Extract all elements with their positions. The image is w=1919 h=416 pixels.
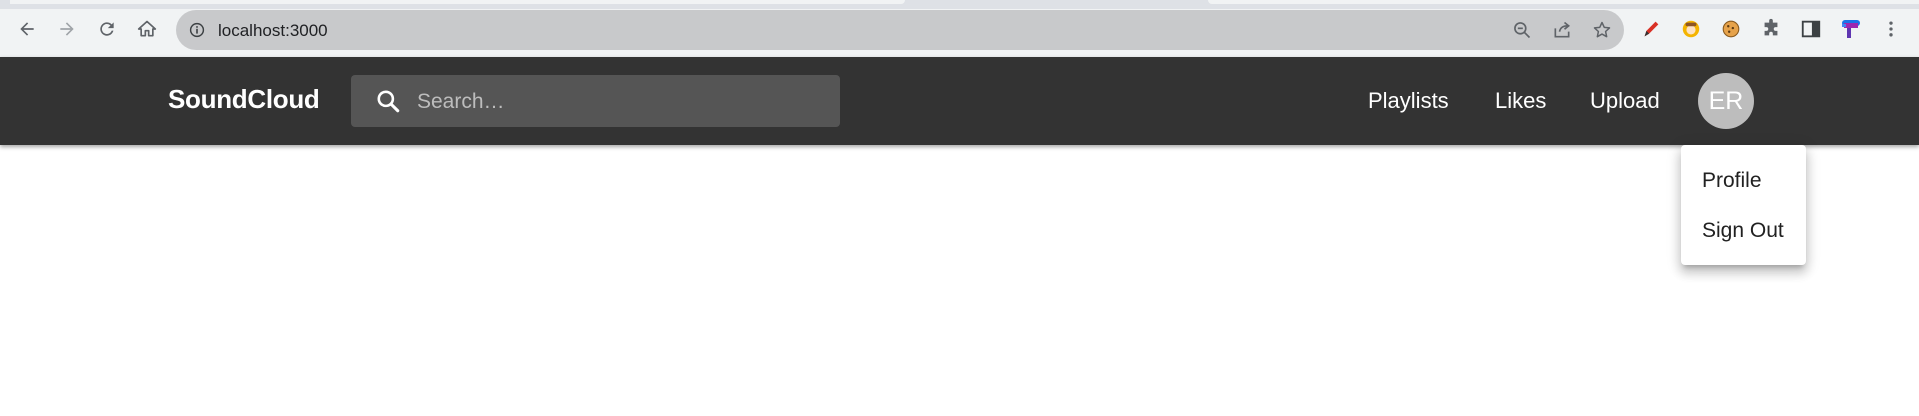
brand-logo[interactable]: SoundCloud (168, 84, 320, 115)
search-input[interactable] (415, 86, 819, 118)
puzzle-extensions-icon[interactable] (1759, 17, 1783, 41)
profile-extension-icon[interactable] (1839, 17, 1863, 41)
tab-left[interactable] (10, 0, 905, 4)
site-info-icon[interactable] (188, 21, 206, 39)
app-header: SoundCloud Playlists Likes Upload ER (0, 57, 1919, 145)
share-icon[interactable] (1552, 20, 1572, 40)
tab-strip (0, 0, 1919, 9)
address-bar[interactable]: localhost:3000 (176, 10, 1624, 50)
search-box[interactable] (351, 75, 840, 127)
reload-button[interactable] (94, 16, 120, 42)
back-button[interactable] (14, 16, 40, 42)
cookie-extension-icon[interactable] (1719, 17, 1743, 41)
nav-likes[interactable]: Likes (1495, 88, 1546, 114)
pen-extension-icon[interactable] (1639, 17, 1663, 41)
search-icon (377, 90, 400, 113)
menu-item-sign-out[interactable]: Sign Out (1702, 219, 1784, 243)
tab-right[interactable] (1208, 0, 1919, 4)
side-panel-icon[interactable] (1799, 17, 1823, 41)
nav-upload[interactable]: Upload (1590, 88, 1660, 114)
avatar-extension-icon[interactable] (1679, 17, 1703, 41)
url-text[interactable]: localhost:3000 (218, 21, 328, 41)
home-button[interactable] (134, 16, 160, 42)
bookmark-star-icon[interactable] (1592, 20, 1612, 40)
arrow-left-icon (20, 22, 34, 36)
menu-item-profile[interactable]: Profile (1702, 169, 1762, 193)
more-vert-icon[interactable] (1879, 17, 1903, 41)
user-avatar-button[interactable]: ER (1698, 73, 1754, 129)
arrow-right-icon (60, 22, 74, 36)
avatar-initials: ER (1708, 86, 1744, 115)
reload-icon (100, 22, 114, 36)
zoom-out-icon[interactable] (1512, 20, 1532, 40)
browser-toolbar: localhost:3000 (0, 0, 1919, 58)
user-menu: Profile Sign Out (1681, 145, 1806, 265)
home-icon (137, 20, 157, 37)
nav-playlists[interactable]: Playlists (1368, 88, 1449, 114)
forward-button[interactable] (54, 16, 80, 42)
